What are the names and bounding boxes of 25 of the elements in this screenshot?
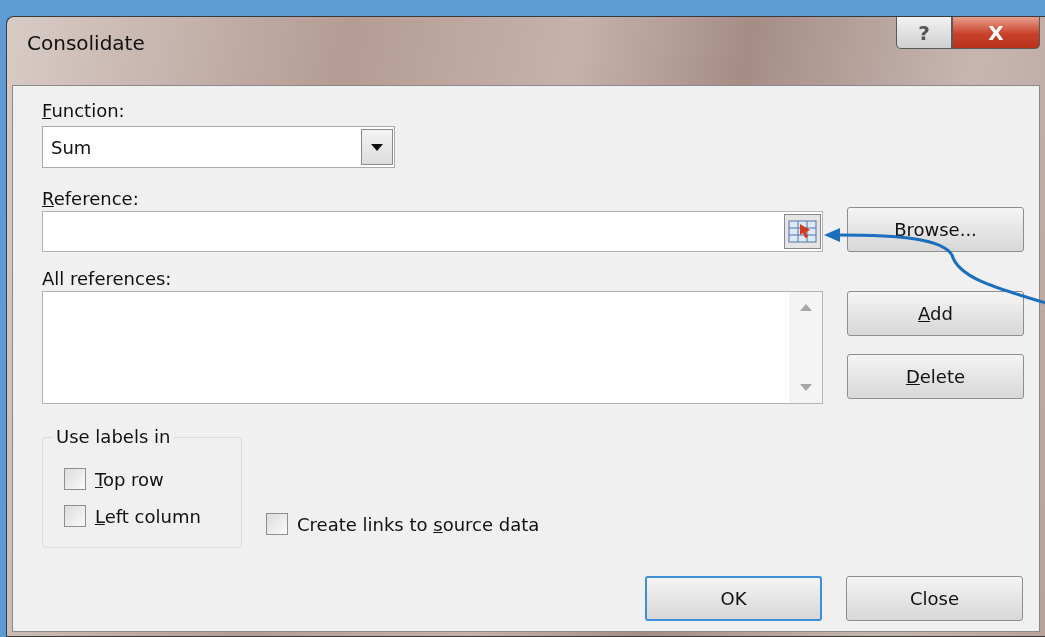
checkbox[interactable] <box>266 513 288 535</box>
dropdown-value: Sum <box>51 136 92 158</box>
checkbox[interactable] <box>64 468 86 490</box>
field-label: Function: <box>42 100 125 121</box>
close-button[interactable]: Close <box>846 576 1023 621</box>
scrollbar[interactable] <box>789 292 822 403</box>
collapse-dialog-icon[interactable] <box>784 213 821 249</box>
window-title: Consolidate <box>27 31 146 55</box>
checkbox-label[interactable]: Create links to source data <box>297 513 540 535</box>
checkbox-label[interactable]: Top row <box>95 468 164 490</box>
field-label: Reference: <box>42 188 139 209</box>
function-dropdown[interactable]: Sum <box>42 126 395 168</box>
close-button[interactable]: X <box>952 17 1040 49</box>
checkbox[interactable] <box>64 505 86 527</box>
reference-field[interactable] <box>42 210 823 252</box>
checkbox-label[interactable]: Left column <box>95 505 201 527</box>
scroll-up-icon[interactable] <box>799 304 812 311</box>
help-button[interactable]: ? <box>896 17 952 49</box>
field-label: All references: <box>42 268 172 289</box>
add-button[interactable]: Add <box>847 291 1024 336</box>
references-list[interactable] <box>42 291 823 404</box>
browse-button[interactable]: Browse... <box>847 207 1024 252</box>
delete-button[interactable]: Delete <box>847 354 1024 399</box>
ok-button[interactable]: OK <box>645 576 822 621</box>
scroll-down-icon[interactable] <box>799 384 812 391</box>
